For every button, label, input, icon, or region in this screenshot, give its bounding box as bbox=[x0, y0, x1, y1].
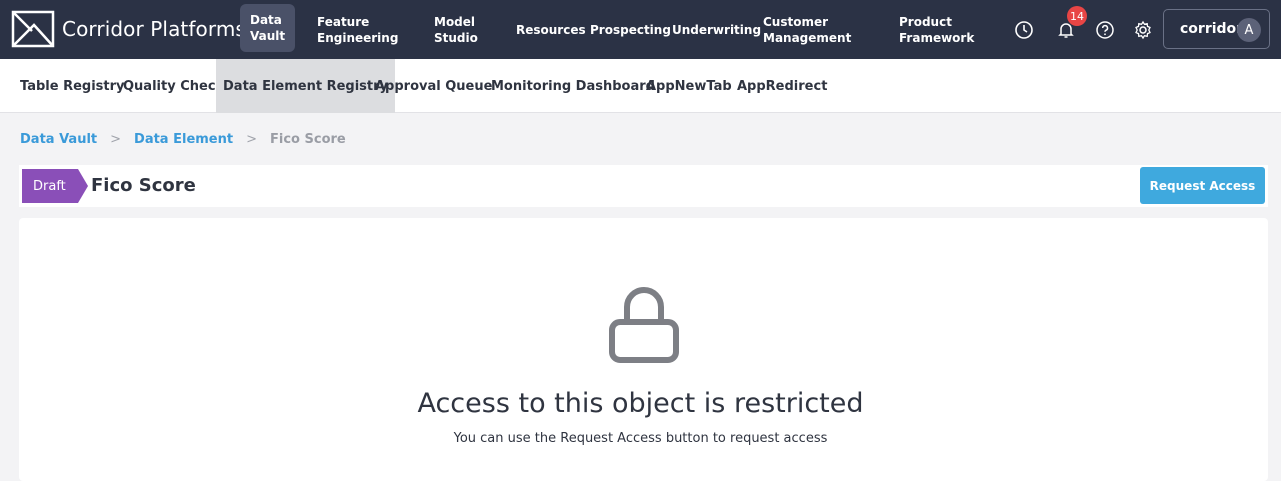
nav-product-framework[interactable]: Product Framework bbox=[899, 0, 974, 59]
user-label: corridor bbox=[1180, 21, 1244, 37]
object-header: Draft Fico Score Request Access bbox=[19, 165, 1268, 207]
restricted-title: Access to this object is restricted bbox=[417, 388, 864, 419]
nav-model-studio[interactable]: Model Studio bbox=[434, 0, 478, 59]
status-badge: Draft bbox=[22, 169, 88, 203]
breadcrumb-data-vault[interactable]: Data Vault bbox=[20, 132, 97, 147]
corridor-logo-icon bbox=[11, 10, 55, 48]
subnav-appnewtab[interactable]: AppNewTab bbox=[646, 59, 732, 113]
request-access-button[interactable]: Request Access bbox=[1140, 167, 1265, 204]
subnav-quality-check[interactable]: Quality Check bbox=[123, 59, 224, 113]
logo[interactable]: Corridor Platforms bbox=[10, 9, 246, 49]
subnav-appredirect[interactable]: AppRedirect bbox=[737, 59, 827, 113]
subnav-table-registry[interactable]: Table Registry bbox=[20, 59, 125, 113]
history-icon[interactable] bbox=[1012, 18, 1036, 42]
chevron-right-icon: > bbox=[246, 132, 257, 147]
breadcrumb: Data Vault > Data Element > Fico Score bbox=[20, 132, 346, 147]
nav-resources[interactable]: Resources bbox=[516, 0, 586, 59]
top-navbar: Corridor Platforms Data Vault Feature En… bbox=[0, 0, 1281, 59]
nav-feature-engineering[interactable]: Feature Engineering bbox=[317, 0, 398, 59]
nav-customer-management[interactable]: Customer Management bbox=[763, 0, 851, 59]
breadcrumb-current: Fico Score bbox=[270, 132, 346, 147]
nav-underwriting[interactable]: Underwriting bbox=[672, 0, 761, 59]
restricted-message: You can use the Request Access button to… bbox=[453, 431, 828, 446]
gear-icon[interactable] bbox=[1131, 18, 1155, 42]
breadcrumb-data-element[interactable]: Data Element bbox=[134, 132, 233, 147]
subnav-monitoring-dashboard[interactable]: Monitoring Dashboard bbox=[491, 59, 655, 113]
subnav-data-element-registry[interactable]: Data Element Registry bbox=[216, 59, 396, 113]
nav-data-vault[interactable]: Data Vault bbox=[240, 4, 296, 52]
notification-badge: 14 bbox=[1067, 6, 1087, 26]
chevron-right-icon: > bbox=[110, 132, 122, 147]
subnav-approval-queue[interactable]: Approval Queue bbox=[375, 59, 492, 113]
app-name: Corridor Platforms bbox=[62, 17, 246, 41]
nav-prospecting[interactable]: Prospecting bbox=[590, 0, 671, 59]
user-menu-button[interactable]: corridor A bbox=[1163, 9, 1270, 49]
sub-navbar: Table Registry Quality Check Data Elemen… bbox=[0, 59, 1281, 113]
help-icon[interactable] bbox=[1093, 18, 1117, 42]
lock-icon bbox=[609, 287, 679, 363]
avatar: A bbox=[1237, 18, 1261, 42]
page-title: Fico Score bbox=[91, 175, 196, 196]
